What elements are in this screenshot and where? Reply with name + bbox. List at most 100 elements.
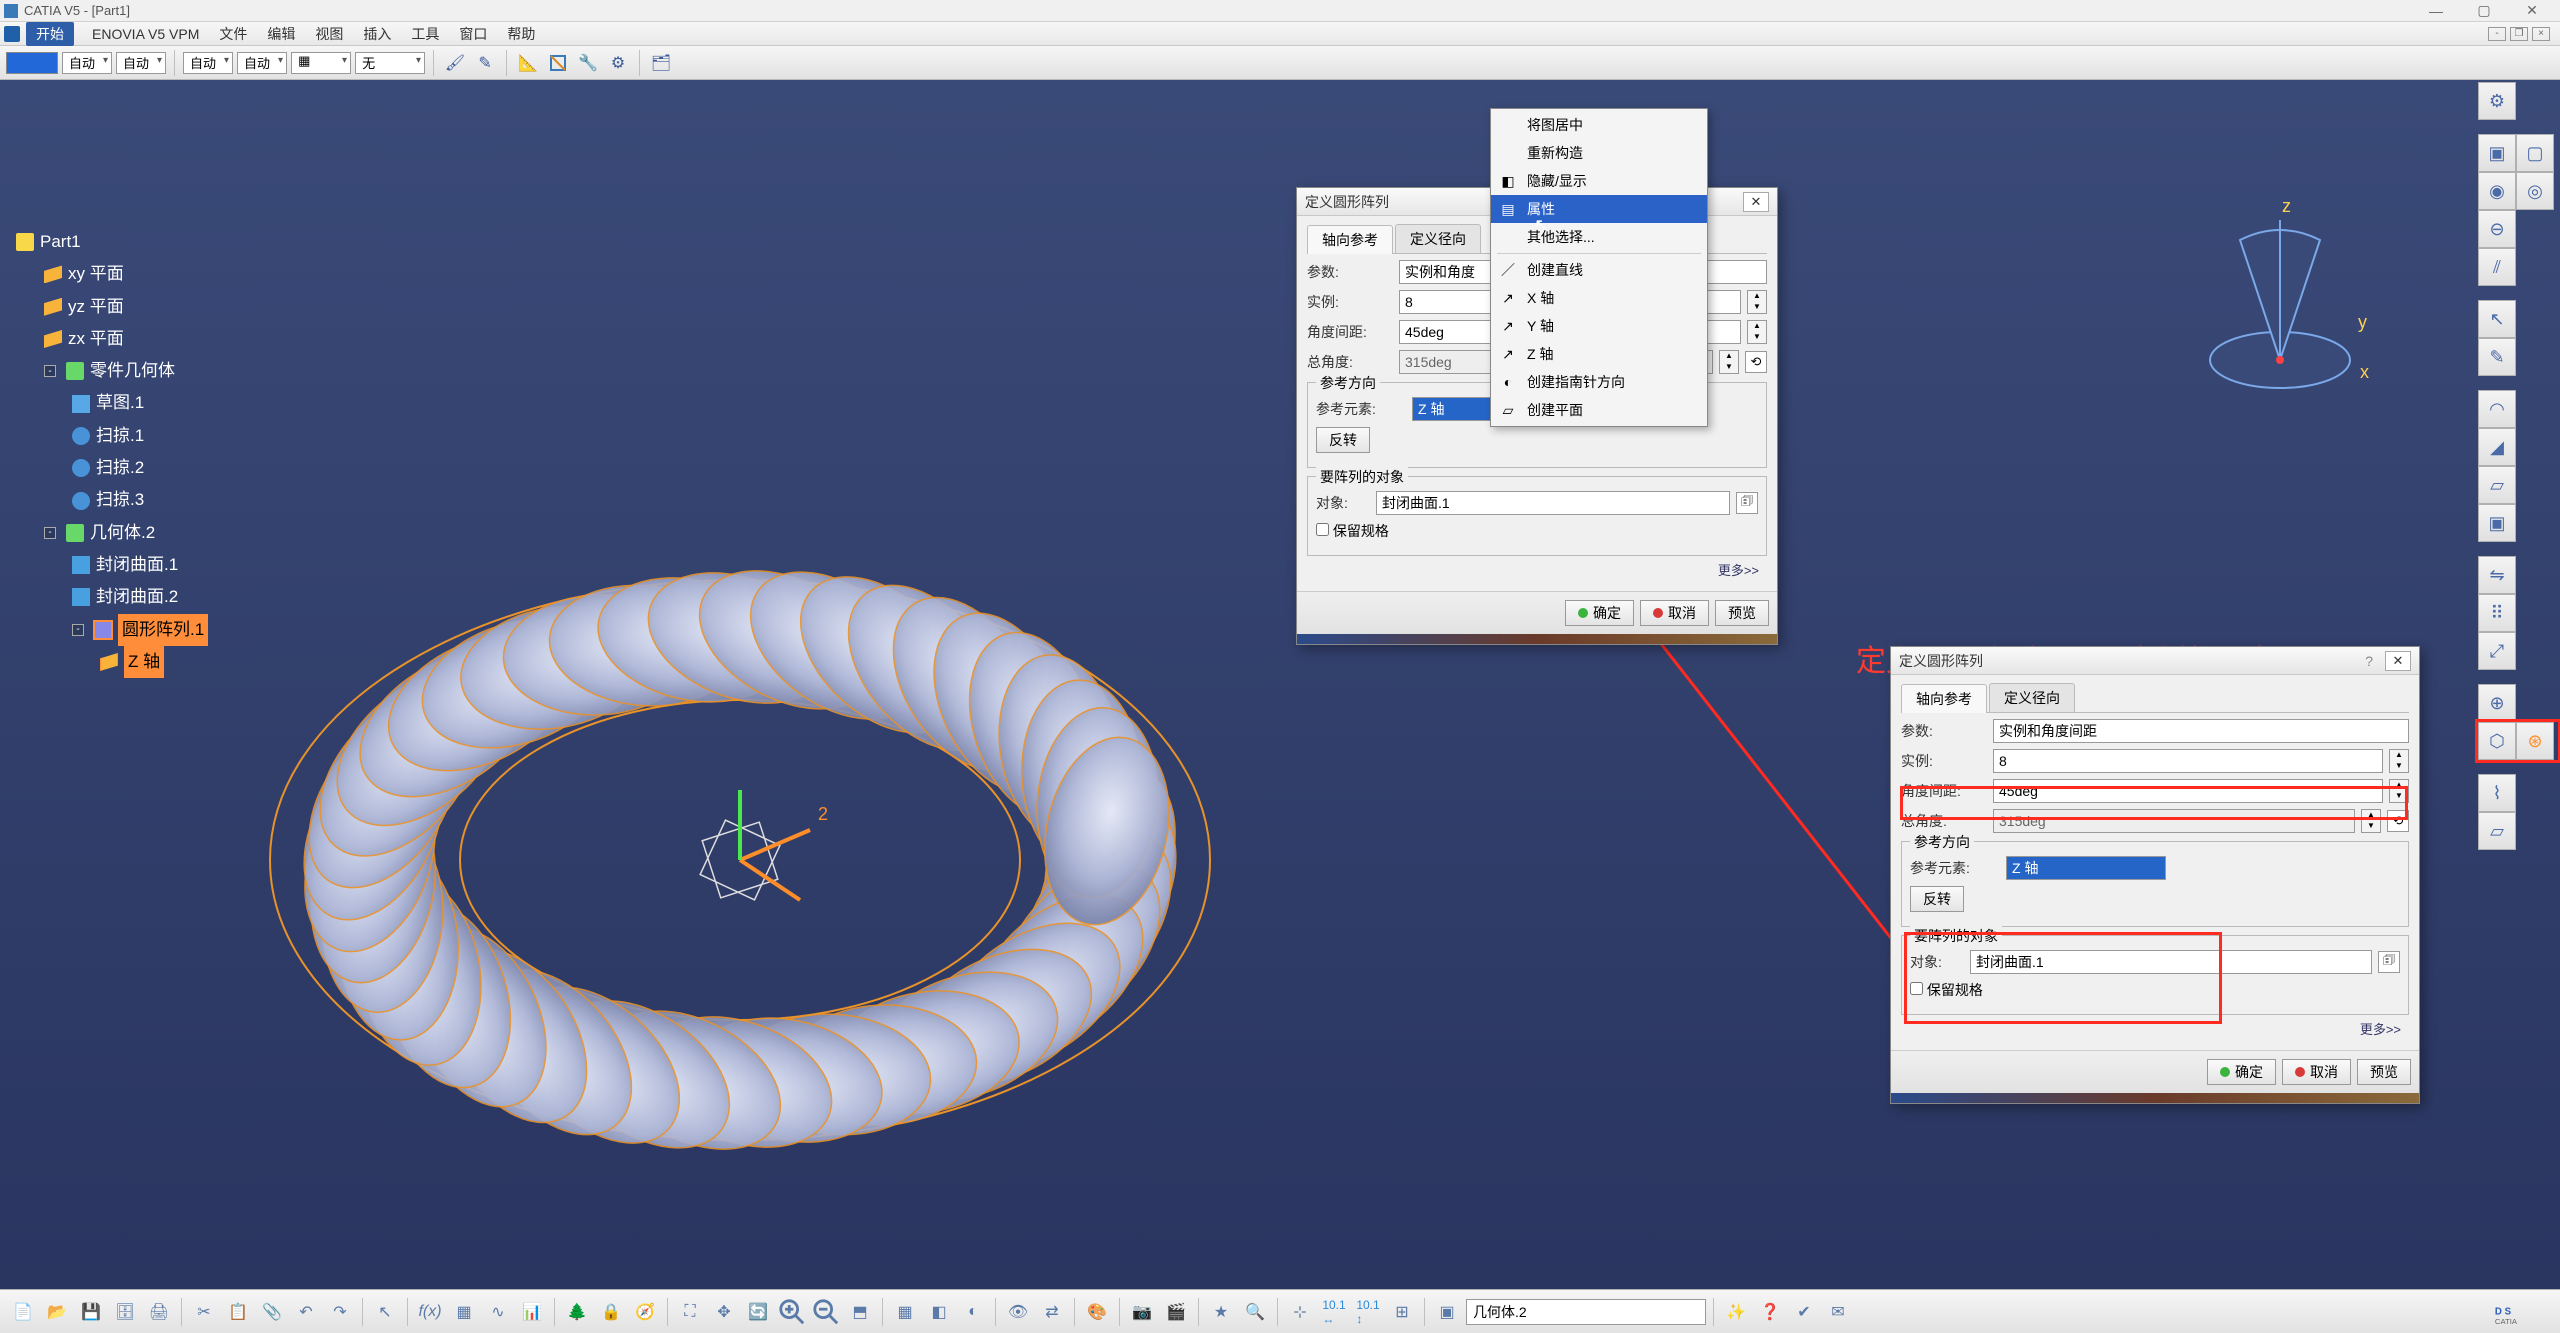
tree-item[interactable]: 封闭曲面.2 bbox=[72, 581, 208, 613]
select-icon[interactable]: 🗊 bbox=[1736, 492, 1758, 514]
dialog2-cancel-button[interactable]: 取消 bbox=[2282, 1059, 2351, 1085]
wizard-icon[interactable]: ✨ bbox=[1721, 1297, 1751, 1327]
body-select[interactable]: 几何体.2 bbox=[1466, 1299, 1706, 1325]
spinner[interactable]: ▲▼ bbox=[2389, 779, 2409, 803]
dialog1-preview-button[interactable]: 预览 bbox=[1715, 600, 1769, 626]
thread-icon[interactable]: ⌇ bbox=[2478, 774, 2516, 812]
cm-item[interactable]: 将图居中 bbox=[1491, 111, 1707, 139]
menu-tools[interactable]: 工具 bbox=[401, 22, 449, 46]
tree-item[interactable]: 扫掠.2 bbox=[72, 452, 208, 484]
dialog2-param-select[interactable]: 实例和角度间距 bbox=[1993, 719, 2409, 743]
expand-icon[interactable]: - bbox=[44, 365, 56, 377]
pad-icon[interactable]: ▣ bbox=[2478, 134, 2516, 172]
cut-icon[interactable]: ✂ bbox=[189, 1297, 219, 1327]
dialog2-reverse-button[interactable]: 反转 bbox=[1910, 886, 1964, 912]
settings-icon[interactable]: ⚙ bbox=[2478, 82, 2516, 120]
dialog2-tab-axial[interactable]: 轴向参考 bbox=[1901, 684, 1987, 713]
law-icon[interactable]: ∿ bbox=[483, 1297, 513, 1327]
dialog2-preview-button[interactable]: 预览 bbox=[2357, 1059, 2411, 1085]
zoomout-icon[interactable] bbox=[811, 1297, 841, 1327]
pan-icon[interactable]: ✥ bbox=[709, 1297, 739, 1327]
tree-item[interactable]: -圆形阵列.1 bbox=[72, 614, 208, 646]
normal-icon[interactable]: ⬒ bbox=[845, 1297, 875, 1327]
tree-item[interactable]: -零件几何体 bbox=[44, 355, 208, 387]
close-button[interactable]: ✕ bbox=[2508, 0, 2556, 22]
render-icon[interactable]: ★ bbox=[1206, 1297, 1236, 1327]
axis-icon[interactable]: ⊹ bbox=[1285, 1297, 1315, 1327]
angle-icon[interactable]: ⟲ bbox=[1745, 351, 1767, 373]
dialog1-ok-button[interactable]: 确定 bbox=[1565, 600, 1634, 626]
dialog2-ok-button[interactable]: 确定 bbox=[2207, 1059, 2276, 1085]
spinner[interactable]: ▲▼ bbox=[1719, 350, 1739, 374]
fx-icon[interactable]: f(x) bbox=[415, 1297, 445, 1327]
pattern-select[interactable]: ▦ bbox=[291, 52, 351, 74]
tool-icon-1[interactable]: 🔧 bbox=[575, 50, 601, 76]
dialog1-more[interactable]: 更多>> bbox=[1718, 563, 1759, 578]
menu-enovia[interactable]: ENOVIA V5 VPM bbox=[82, 24, 209, 44]
fillet-icon[interactable]: ◠ bbox=[2478, 390, 2516, 428]
cm-item[interactable]: ◐创建指南针方向 bbox=[1491, 368, 1707, 396]
tree-item[interactable]: yz 平面 bbox=[44, 291, 208, 323]
plane-icon[interactable]: ▱ bbox=[2478, 812, 2516, 850]
body-icon[interactable]: ▣ bbox=[1432, 1297, 1462, 1327]
tree-item[interactable]: 封闭曲面.1 bbox=[72, 549, 208, 581]
tree-item[interactable]: Z 轴 bbox=[100, 646, 208, 678]
dialog1-reverse-button[interactable]: 反转 bbox=[1316, 427, 1370, 453]
expand-icon[interactable]: - bbox=[72, 624, 84, 636]
print-icon[interactable]: 🖨 bbox=[144, 1297, 174, 1327]
dialog2-more[interactable]: 更多>> bbox=[2360, 1022, 2401, 1037]
doc-restore-button[interactable]: ❐ bbox=[2510, 27, 2528, 41]
tool-icon-2[interactable]: ⚙ bbox=[605, 50, 631, 76]
context-menu[interactable]: 将图居中重新构造◧隐藏/显示▤属性其他选择...／创建直线↗X 轴↗Y 轴↗Z … bbox=[1490, 108, 1708, 427]
dialog2-tab-radial[interactable]: 定义径向 bbox=[1989, 683, 2075, 712]
cm-item[interactable]: 其他选择... bbox=[1491, 223, 1707, 251]
cm-item[interactable]: ◧隐藏/显示 bbox=[1491, 167, 1707, 195]
sketch-icon[interactable]: ✎ bbox=[2478, 338, 2516, 376]
tree-item[interactable]: xy 平面 bbox=[44, 258, 208, 290]
lock-icon[interactable]: 🔒 bbox=[596, 1297, 626, 1327]
snap1-icon[interactable]: 10.1↔ bbox=[1319, 1297, 1349, 1327]
dialog1-close-button[interactable]: ✕ bbox=[1743, 192, 1769, 212]
start-menu[interactable]: 开始 bbox=[26, 22, 74, 46]
scale-icon[interactable]: ⤢ bbox=[2478, 632, 2516, 670]
shell-icon[interactable]: ▣ bbox=[2478, 504, 2516, 542]
expand-icon[interactable]: - bbox=[44, 527, 56, 539]
pattern-icon[interactable]: ⠿ bbox=[2478, 594, 2516, 632]
tree-item[interactable]: -几何体.2 bbox=[44, 517, 208, 549]
capture-icon[interactable]: 📷 bbox=[1127, 1297, 1157, 1327]
compass-icon[interactable]: z y x bbox=[2180, 200, 2380, 400]
add-icon[interactable]: ⊛ bbox=[2516, 722, 2554, 760]
mirror-icon[interactable]: ⇋ bbox=[2478, 556, 2516, 594]
spec-tree[interactable]: Part1 xy 平面yz 平面zx 平面-零件几何体草图.1扫掠.1扫掠.2扫… bbox=[16, 226, 208, 678]
linetype-select-2[interactable]: 自动 bbox=[116, 52, 166, 74]
rib-icon[interactable]: ⫽ bbox=[2478, 248, 2516, 286]
paste-icon[interactable]: 📎 bbox=[257, 1297, 287, 1327]
material-icon[interactable]: 🎨 bbox=[1082, 1297, 1112, 1327]
groove-icon[interactable]: ◎ bbox=[2516, 172, 2554, 210]
brush-icon[interactable]: ✎ bbox=[472, 50, 498, 76]
cm-item[interactable]: ▤属性 bbox=[1491, 195, 1707, 223]
chamfer-icon[interactable]: ◢ bbox=[2478, 428, 2516, 466]
pointer-icon[interactable]: ↖ bbox=[370, 1297, 400, 1327]
select-icon[interactable]: 🗊 bbox=[2378, 951, 2400, 973]
open-icon[interactable]: 📂 bbox=[42, 1297, 72, 1327]
cm-item[interactable]: ▱创建平面 bbox=[1491, 396, 1707, 424]
linetype-select-1[interactable]: 自动 bbox=[62, 52, 112, 74]
tree-item[interactable]: 草图.1 bbox=[72, 387, 208, 419]
saveall-icon[interactable]: 🗄 bbox=[110, 1297, 140, 1327]
menu-view[interactable]: 视图 bbox=[305, 22, 353, 46]
boolean-icon[interactable]: ⊕ bbox=[2478, 684, 2516, 722]
dialog-circular-pattern-2[interactable]: 定义圆形阵列 ? ✕ 轴向参考 定义径向 参数:实例和角度间距 实例:▲▼ 角度… bbox=[1890, 646, 2420, 1104]
shaft-icon[interactable]: ◉ bbox=[2478, 172, 2516, 210]
dialog2-refel-input[interactable] bbox=[2006, 856, 2166, 880]
dialog1-tab-radial[interactable]: 定义径向 bbox=[1395, 224, 1481, 253]
dmu-icon[interactable]: 🔍 bbox=[1240, 1297, 1270, 1327]
hide-icon[interactable]: 👁 bbox=[1003, 1297, 1033, 1327]
snap2-icon[interactable]: 10.1↕ bbox=[1353, 1297, 1383, 1327]
dialog1-tab-axial[interactable]: 轴向参考 bbox=[1307, 225, 1393, 254]
linetype-select-4[interactable]: 自动 bbox=[237, 52, 287, 74]
menu-help[interactable]: 帮助 bbox=[497, 22, 545, 46]
cm-item[interactable]: ↗Z 轴 bbox=[1491, 340, 1707, 368]
new-icon[interactable]: 📄 bbox=[8, 1297, 38, 1327]
knowledge-icon[interactable]: 📊 bbox=[517, 1297, 547, 1327]
